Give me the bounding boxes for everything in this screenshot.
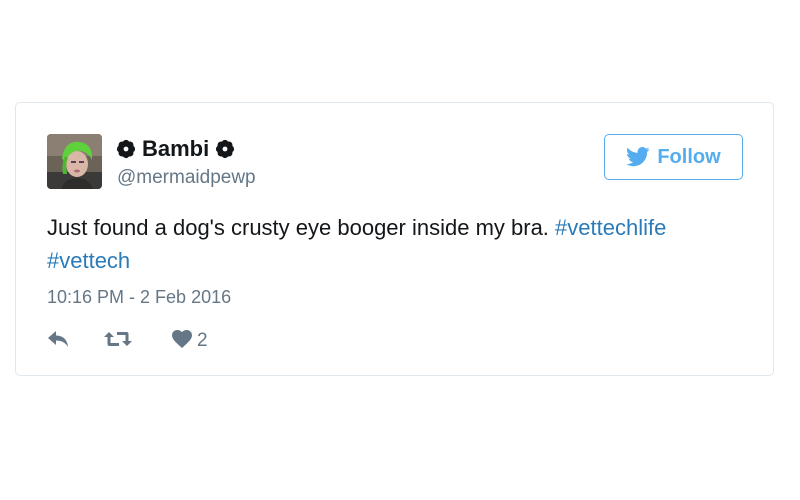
reply-icon [47, 330, 71, 353]
follow-button-label: Follow [657, 145, 721, 168]
retweet-icon [104, 330, 132, 353]
tweet-body: Just found a dog's crusty eye booger ins… [47, 215, 556, 240]
tweet-actions: 2 [47, 329, 208, 353]
hashtag-link[interactable]: #vettechlife [555, 215, 666, 240]
like-button[interactable]: 2 [172, 329, 208, 353]
like-count: 2 [197, 330, 208, 351]
author-handle[interactable]: @mermaidpewp [117, 167, 256, 189]
author-name-row[interactable]: Bambi [116, 136, 235, 162]
author-display-name: Bambi [142, 136, 210, 161]
embedded-tweet-card: Bambi @mermaidpewp Follow Just found a d… [15, 102, 774, 376]
avatar[interactable] [47, 134, 102, 189]
reply-button[interactable] [47, 330, 71, 353]
retweet-button[interactable] [104, 330, 132, 353]
flower-badge-icon [215, 139, 235, 159]
twitter-bird-icon [626, 147, 650, 167]
flower-badge-icon [116, 139, 136, 159]
tweet-timestamp[interactable]: 10:16 PM - 2 Feb 2016 [47, 287, 231, 308]
tweet-text: Just found a dog's crusty eye booger ins… [47, 211, 747, 277]
hashtag-link[interactable]: #vettech [47, 248, 130, 273]
follow-button[interactable]: Follow [604, 134, 743, 180]
heart-icon [172, 329, 192, 353]
